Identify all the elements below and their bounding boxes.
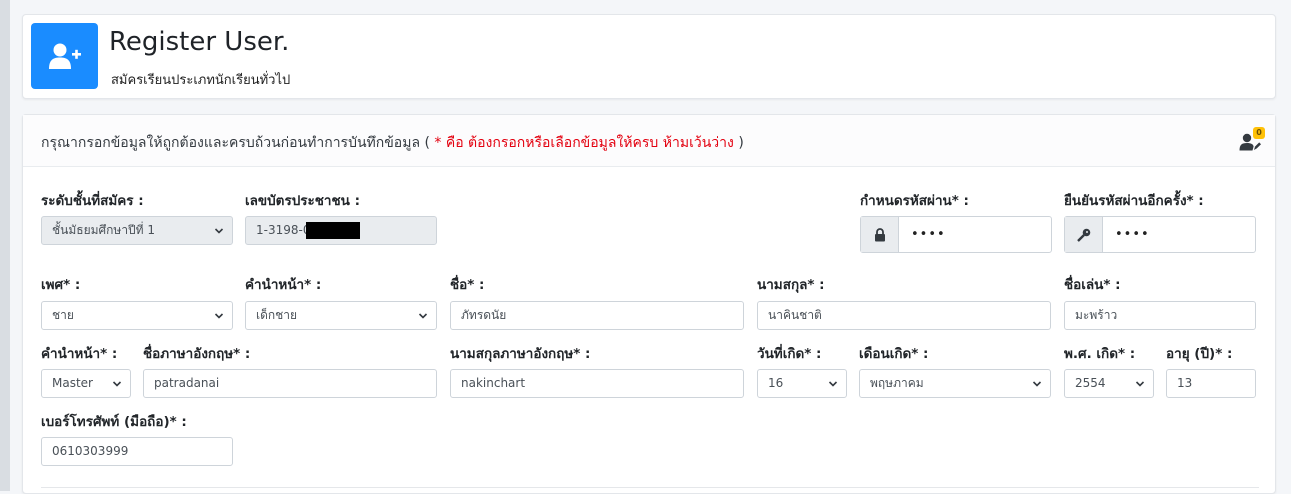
level-value: ชั้นมัธยมศึกษาปีที่ 1 <box>52 223 156 237</box>
age-input[interactable]: 13 <box>1166 369 1256 398</box>
birth-year-select[interactable]: 2554 <box>1064 369 1154 398</box>
required-note: * คือ ต้องกรอกหรือเลือกข้อมูลให้ครบ ห้าม… <box>429 135 739 151</box>
birth-month-select[interactable]: พฤษภาคม <box>859 369 1051 398</box>
prefix-en-value: Master <box>52 376 93 390</box>
prefix-en-label: คำนำหน้า* : <box>41 346 118 362</box>
last-name-en-input[interactable]: nakinchart <box>450 369 744 398</box>
last-name-label: นามสกุล* : <box>757 277 825 293</box>
user-plus-icon <box>31 23 98 89</box>
key-icon <box>1065 217 1103 252</box>
nickname-label: ชื่อเล่น* : <box>1064 277 1121 293</box>
level-label: ระดับชั้นที่สมัคร : <box>41 193 144 209</box>
first-name-en-label: ชื่อภาษาอังกฤษ* : <box>143 346 251 362</box>
birth-day-select[interactable]: 16 <box>757 369 847 398</box>
sidebar-edge <box>0 0 10 491</box>
last-name-en-label: นามสกุลภาษาอังกฤษ* : <box>450 346 591 362</box>
notification-badge: 0 <box>1253 127 1265 139</box>
user-edit-icon[interactable]: 0 <box>1237 127 1265 153</box>
page-subtitle: สมัครเรียนประเภทนักเรียนทั่วไป <box>111 73 291 88</box>
chevron-down-icon <box>418 313 428 319</box>
first-name-input[interactable]: ภัทรดนัย <box>450 301 744 330</box>
instruction-text: กรุณากรอกข้อมูลให้ถูกต้องและครบถ้วนก่อนท… <box>41 135 430 151</box>
id-card-label: เลขบัตรประชาชน : <box>245 193 361 209</box>
section-divider <box>41 487 1259 488</box>
birth-day-label: วันที่เกิด* : <box>757 346 822 362</box>
redaction-block <box>306 222 360 239</box>
last-name-input[interactable]: นาคินชาติ <box>757 301 1051 330</box>
phone-input[interactable]: 0610303999 <box>41 437 233 466</box>
password-value: •••• <box>911 227 946 242</box>
registration-form-card: กรุณากรอกข้อมูลให้ถูกต้องและครบถ้วนก่อนท… <box>22 114 1276 494</box>
form-instructions: กรุณากรอกข้อมูลให้ถูกต้องและครบถ้วนก่อนท… <box>41 132 744 154</box>
birth-month-value: พฤษภาคม <box>870 376 924 390</box>
first-name-en-input[interactable]: patradanai <box>143 369 437 398</box>
gender-select[interactable]: ชาย <box>41 301 233 330</box>
chevron-down-icon <box>1135 381 1145 387</box>
birth-year-label: พ.ศ. เกิด* : <box>1064 346 1136 362</box>
chevron-down-icon <box>1032 381 1042 387</box>
page-header-card: Register User. สมัครเรียนประเภทนักเรียนท… <box>22 14 1276 99</box>
chevron-down-icon <box>214 228 224 234</box>
chevron-down-icon <box>214 313 224 319</box>
birth-month-label: เดือนเกิด* : <box>859 346 929 362</box>
lock-icon <box>861 217 899 252</box>
prefix-th-label: คำนำหน้า* : <box>245 277 322 293</box>
level-select[interactable]: ชั้นมัธยมศึกษาปีที่ 1 <box>41 216 233 245</box>
gender-value: ชาย <box>52 308 74 322</box>
birth-day-value: 16 <box>768 376 784 390</box>
page-title: Register User. <box>109 27 290 57</box>
chevron-down-icon <box>112 381 122 387</box>
confirm-password-field[interactable]: •••• <box>1064 216 1256 253</box>
password-label: กำหนดรหัสผ่าน* : <box>860 193 969 209</box>
confirm-password-label: ยืนยันรหัสผ่านอีกครั้ง* : <box>1064 193 1204 209</box>
phone-label: เบอร์โทรศัพท์ (มือถือ)* : <box>41 414 187 430</box>
first-name-label: ชื่อ* : <box>450 277 485 293</box>
prefix-th-select[interactable]: เด็กชาย <box>245 301 437 330</box>
prefix-th-value: เด็กชาย <box>256 308 298 322</box>
prefix-en-select[interactable]: Master <box>41 369 131 398</box>
birth-year-value: 2554 <box>1075 376 1106 390</box>
age-label: อายุ (ปี)* : <box>1166 346 1233 362</box>
instruction-suffix: ) <box>738 135 744 151</box>
password-field[interactable]: •••• <box>860 216 1052 253</box>
gender-label: เพศ* : <box>41 277 81 293</box>
nickname-input[interactable]: มะพร้าว <box>1064 301 1256 330</box>
form-card-header: กรุณากรอกข้อมูลให้ถูกต้องและครบถ้วนก่อนท… <box>23 115 1275 167</box>
confirm-password-value: •••• <box>1115 227 1150 242</box>
chevron-down-icon <box>828 381 838 387</box>
id-card-field[interactable]: 1-3198-005 <box>245 216 437 245</box>
